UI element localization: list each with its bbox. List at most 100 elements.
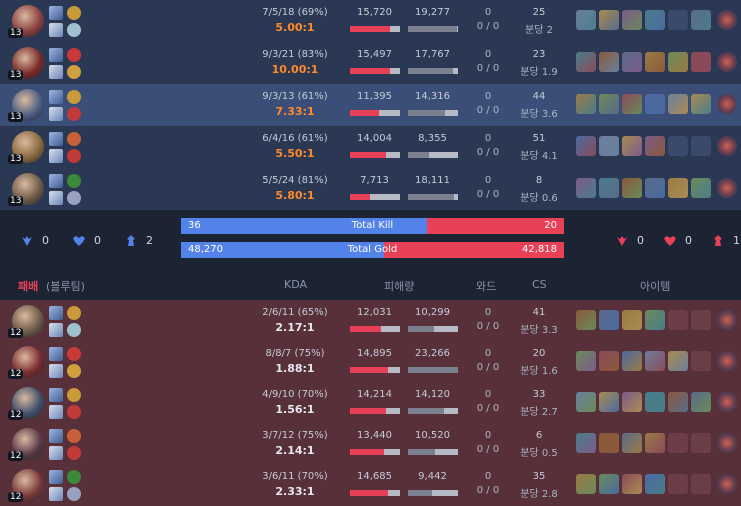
item-icon[interactable]	[576, 351, 596, 371]
summoner-spell-icon	[49, 132, 63, 146]
item-icon[interactable]	[691, 52, 711, 72]
trinket-icon[interactable]	[717, 178, 737, 198]
item-icon[interactable]	[645, 178, 665, 198]
item-icon[interactable]	[622, 351, 642, 371]
col-cs: CS	[532, 278, 547, 291]
item-icon[interactable]	[599, 52, 619, 72]
kda-score: 8/8/7 (75%)	[265, 348, 325, 359]
wards-block: 0 0 / 0	[470, 126, 506, 158]
champion-level: 12	[8, 328, 24, 338]
baron-icon	[615, 234, 637, 247]
damage-taken-value: 19,277	[415, 7, 450, 18]
item-icon[interactable]	[599, 178, 619, 198]
item-icon[interactable]	[645, 52, 665, 72]
item-icon[interactable]	[622, 310, 642, 330]
wards-detail: 0 / 0	[476, 444, 500, 455]
item-icon[interactable]	[599, 136, 619, 156]
item-icon[interactable]	[645, 433, 665, 453]
item-icon[interactable]	[576, 10, 596, 30]
trinket-icon[interactable]	[717, 10, 737, 30]
trinket-icon[interactable]	[717, 392, 737, 412]
cs-total: 35	[532, 471, 546, 482]
cs-block: 20 분당 1.6	[510, 341, 568, 377]
baron-count: 0	[637, 234, 644, 247]
item-icon[interactable]	[576, 52, 596, 72]
item-icon[interactable]	[622, 52, 642, 72]
objectives-left: 0 0 2	[20, 234, 153, 248]
trinket-icon[interactable]	[717, 52, 737, 72]
trinket-icon[interactable]	[717, 351, 737, 371]
trinket-icon[interactable]	[717, 433, 737, 453]
item-icon[interactable]	[645, 392, 665, 412]
item-icon[interactable]	[599, 392, 619, 412]
item-icon[interactable]	[576, 433, 596, 453]
cs-block: 35 분당 2.8	[510, 464, 568, 500]
item-icon[interactable]	[622, 392, 642, 412]
champion-level: 13	[8, 154, 24, 164]
item-icon[interactable]	[668, 94, 688, 114]
item-icon[interactable]	[691, 10, 711, 30]
keystone-rune-icon	[67, 132, 81, 146]
champion-level: 13	[8, 112, 24, 122]
item-icon[interactable]	[576, 310, 596, 330]
kda-ratio: 5.50:1	[275, 147, 315, 160]
item-icon[interactable]	[599, 433, 619, 453]
damage-dealt-value: 15,497	[357, 49, 392, 60]
item-icon[interactable]	[576, 474, 596, 494]
secondary-rune-icon	[67, 149, 81, 163]
item-icon[interactable]	[668, 178, 688, 198]
player-row: 12 3/7/12 (75%) 2.14:1 13,440 10,520 0 0 / 0 6 분…	[0, 423, 741, 465]
item-icon[interactable]	[599, 351, 619, 371]
cs-per-minute: 분당 3.3	[520, 325, 558, 336]
item-icon[interactable]	[622, 433, 642, 453]
losing-team-header: 패배 (블루팀) KDA 피해량 와드 CS 아이템	[0, 266, 741, 300]
item-icon[interactable]	[622, 136, 642, 156]
cs-total: 6	[535, 430, 543, 441]
item-icon[interactable]	[668, 52, 688, 72]
wards-placed: 0	[484, 7, 492, 18]
item-icon[interactable]	[645, 10, 665, 30]
item-icon[interactable]	[645, 136, 665, 156]
cs-per-minute: 분당 1.6	[520, 366, 558, 377]
item-icon[interactable]	[622, 94, 642, 114]
damage-taken-bar	[408, 408, 458, 414]
empty-item-slot	[691, 310, 711, 330]
champion-level: 12	[8, 410, 24, 420]
damage-taken-fill	[408, 449, 435, 455]
item-icon[interactable]	[576, 94, 596, 114]
summoner-spell-icon	[49, 388, 63, 402]
item-icon[interactable]	[576, 392, 596, 412]
summoner-spell-icon	[49, 306, 63, 320]
item-icon[interactable]	[645, 351, 665, 371]
item-icon[interactable]	[622, 10, 642, 30]
item-icon[interactable]	[691, 392, 711, 412]
item-icon[interactable]	[645, 310, 665, 330]
kda-ratio: 1.88:1	[275, 362, 315, 375]
trinket-icon[interactable]	[717, 310, 737, 330]
item-icon[interactable]	[576, 178, 596, 198]
damage-taken-fill	[408, 68, 453, 74]
item-icon[interactable]	[668, 392, 688, 412]
item-icon[interactable]	[645, 474, 665, 494]
tower-count: 1	[733, 234, 740, 247]
team-label: (블루팀)	[46, 280, 85, 293]
item-icon[interactable]	[645, 94, 665, 114]
secondary-rune-icon	[67, 65, 81, 79]
damage-taken-fill	[408, 490, 432, 496]
result-label: 패배	[18, 280, 39, 293]
item-icon[interactable]	[668, 351, 688, 371]
item-icon[interactable]	[691, 94, 711, 114]
item-icon[interactable]	[622, 474, 642, 494]
item-icon[interactable]	[691, 178, 711, 198]
item-icon[interactable]	[622, 178, 642, 198]
trinket-icon[interactable]	[717, 94, 737, 114]
trinket-icon[interactable]	[717, 474, 737, 494]
item-icon[interactable]	[576, 136, 596, 156]
damage-taken: 23,266	[405, 341, 460, 359]
damage-taken-value: 10,520	[415, 430, 450, 441]
trinket-icon[interactable]	[717, 136, 737, 156]
item-icon[interactable]	[599, 94, 619, 114]
item-icon[interactable]	[599, 10, 619, 30]
item-icon[interactable]	[599, 310, 619, 330]
item-icon[interactable]	[599, 474, 619, 494]
